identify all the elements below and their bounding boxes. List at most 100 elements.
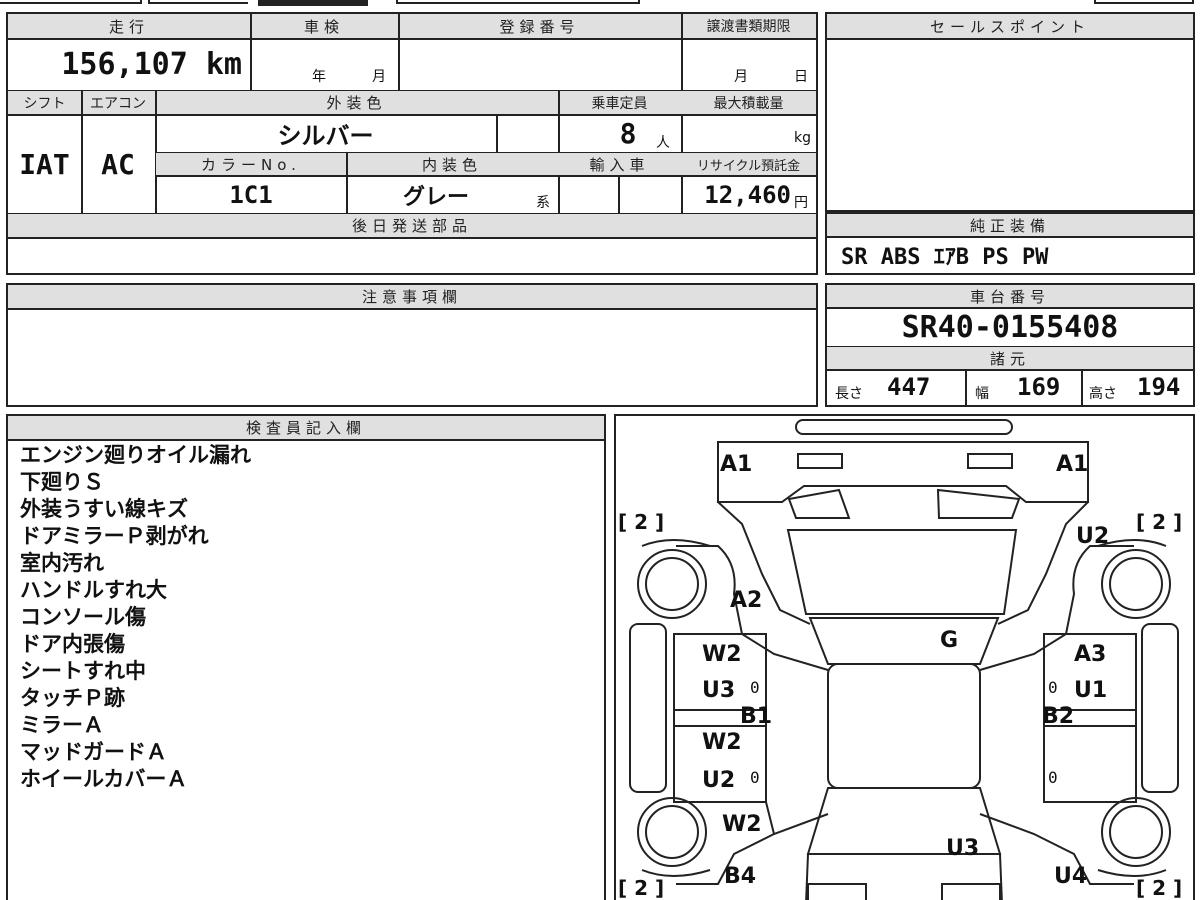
registration-header: 登録番号 — [398, 14, 681, 38]
mark-b4: B4 — [724, 864, 757, 889]
mark-a1-left: A1 — [720, 452, 753, 477]
later-parts-header: 後日発送部品 — [8, 214, 816, 237]
mark-a3: A3 — [1074, 642, 1107, 667]
top-cutoff-strip — [0, 0, 1200, 6]
shift-value: IAT — [19, 147, 70, 181]
color-no-value: 1C1 — [229, 180, 273, 209]
inspector-note: 室内汚れ — [20, 551, 104, 575]
rear-bumper-left — [807, 883, 867, 900]
inspector-box: 検査員記入欄 エンジン廻りオイル漏れ 下廻りＳ 外装うすい線キズ ドアミラーＰ剥… — [6, 414, 606, 900]
interior-value: グレー — [402, 184, 469, 210]
mark-w2-left-2: W2 — [702, 730, 742, 755]
mark-g: G — [940, 628, 959, 653]
sales-point-box: セールスポイント — [825, 12, 1195, 212]
chassis-number: SR40-0155408 — [901, 309, 1119, 345]
mark-a1-right: A1 — [1056, 452, 1089, 477]
sales-point-header: セールスポイント — [827, 14, 1193, 38]
mileage-header: 走行 — [8, 14, 250, 38]
max-load-header: 最大積載量 — [681, 91, 816, 114]
length-label: 長さ — [835, 386, 863, 402]
max-load-unit: kg — [794, 130, 811, 146]
specs-header: 諸元 — [827, 347, 1193, 369]
width-value: 169 — [1017, 373, 1061, 401]
headlight-left — [797, 453, 843, 469]
transfer-month: 月 — [734, 69, 748, 85]
chassis-header: 車台番号 — [827, 285, 1193, 307]
wheel-rear-right-inner — [1109, 805, 1163, 859]
mark-w2-left-1: W2 — [702, 642, 742, 667]
inspector-note: タッチＰ跡 — [20, 686, 125, 710]
import-header: 輸入車 — [558, 153, 681, 175]
right-door-rear-2 — [1043, 725, 1137, 803]
mark-u1: U1 — [1074, 678, 1108, 703]
inspector-note: 外装うすい線キズ — [20, 497, 188, 521]
caution-box: 注意事項欄 — [6, 283, 818, 407]
hood-vent-right — [936, 488, 1021, 519]
mark-u3-bottom: U3 — [946, 836, 980, 861]
left-side-panel — [629, 623, 667, 793]
front-bumper-shape — [795, 419, 1013, 435]
exterior-value: シルバー — [277, 122, 374, 150]
mark-u4: U4 — [1054, 864, 1088, 889]
interior-suffix: 系 — [536, 195, 550, 211]
inspector-header: 検査員記入欄 — [8, 416, 604, 439]
mileage-value: 156,107 km — [61, 46, 242, 82]
ac-value: AC — [101, 147, 135, 181]
inspector-note: 下廻りＳ — [20, 470, 104, 494]
chassis-box: 車台番号 SR40-0155408 諸元 長さ 447 幅 169 高さ 194 — [825, 283, 1195, 407]
height-value: 194 — [1137, 373, 1181, 401]
mark-zero-1: 0 — [750, 678, 760, 697]
rear-bumper-right — [941, 883, 1001, 900]
mark-b1: B1 — [740, 704, 773, 729]
wheel-front-left-inner — [645, 557, 699, 611]
inspection-year: 年 — [312, 69, 326, 85]
recycle-header: リサイクル預託金 — [681, 153, 816, 175]
wheel-rear-left-inner — [645, 805, 699, 859]
mark-w2-left-3: W2 — [722, 812, 762, 837]
capacity-header: 乗車定員 — [558, 91, 681, 114]
mark-u2-left: U2 — [702, 768, 736, 793]
inspector-note: コンソール傷 — [20, 605, 146, 629]
equipment-box: 純正装備 SR ABS ｴｱB PS PW — [825, 212, 1195, 275]
inspection-month: 月 — [372, 69, 386, 85]
vehicle-info-table: 走行 車検 登録番号 譲渡書類期限 156,107 km 年 月 月 日 シフト… — [6, 12, 818, 275]
windshield — [786, 529, 1018, 615]
inspector-note: ドア内張傷 — [20, 632, 125, 656]
transfer-day: 日 — [794, 69, 808, 85]
inspector-note: エンジン廻りオイル漏れ — [20, 443, 251, 467]
equipment-header: 純正装備 — [827, 214, 1193, 236]
inspector-note: ハンドルすれ大 — [20, 578, 167, 602]
width-label: 幅 — [975, 386, 989, 402]
car-damage-diagram: A1 A1 U2 A2 G W2 A3 U3 0 0 U1 B1 B2 W2 U… — [614, 414, 1195, 900]
mark-zero-4: 0 — [1048, 768, 1058, 787]
tire-depth-front-left: [ 2 ] — [618, 510, 665, 534]
mark-zero-3: 0 — [750, 768, 760, 787]
roof-panel — [827, 663, 981, 789]
inspector-note: マッドガードＡ — [20, 740, 167, 764]
inspector-note: シートすれ中 — [20, 659, 146, 683]
capacity-unit: 人 — [656, 135, 670, 151]
roof-front — [808, 617, 1000, 665]
transfer-header: 譲渡書類期限 — [681, 14, 816, 38]
headlight-right — [967, 453, 1013, 469]
inspector-note: ホイールカバーＡ — [20, 767, 188, 791]
height-label: 高さ — [1089, 386, 1117, 402]
hood-vent-left — [787, 488, 851, 519]
recycle-unit: 円 — [794, 195, 808, 211]
wheel-rear-left — [637, 797, 707, 867]
wheel-front-right-inner — [1109, 557, 1163, 611]
color-no-header: カラーNo. — [156, 153, 346, 175]
right-side-panel — [1141, 623, 1179, 793]
wheel-front-right — [1101, 549, 1171, 619]
caution-header: 注意事項欄 — [8, 285, 816, 308]
inspector-note: ミラーＡ — [20, 713, 104, 737]
tire-depth-front-right: [ 2 ] — [1136, 510, 1183, 534]
inspector-note: ドアミラーＰ剥がれ — [20, 524, 209, 548]
capacity-value: 8 — [619, 117, 637, 150]
equipment-value: SR ABS ｴｱB PS PW — [841, 245, 1049, 270]
exterior-header: 外装色 — [155, 91, 558, 114]
interior-header: 内装色 — [346, 153, 558, 175]
tire-depth-rear-left: [ 2 ] — [618, 876, 665, 900]
length-value: 447 — [887, 373, 931, 401]
recycle-value: 12,460 — [704, 180, 791, 209]
